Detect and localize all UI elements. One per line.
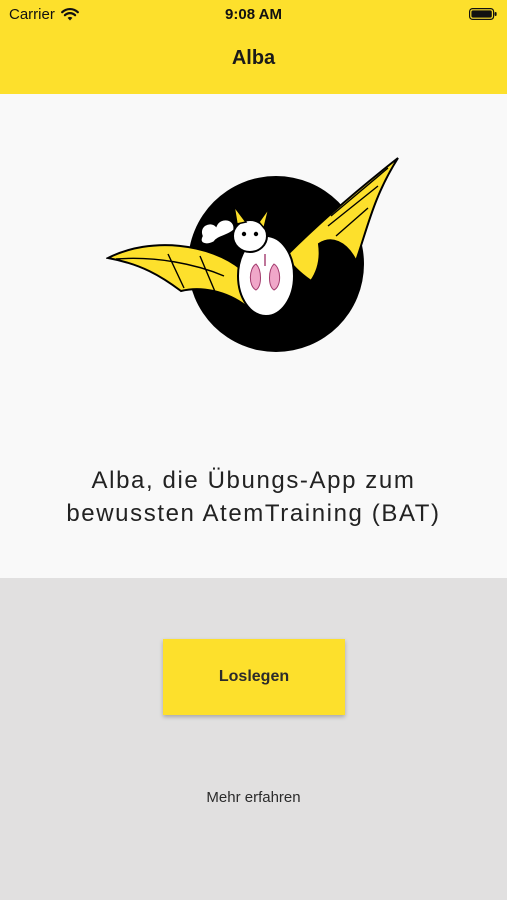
bat-logo-icon bbox=[106, 157, 399, 352]
status-bar: Carrier 9:08 AM bbox=[0, 0, 507, 30]
start-button[interactable]: Loslegen bbox=[163, 639, 345, 715]
status-time: 9:08 AM bbox=[225, 6, 282, 23]
tagline-line-2: bewussten AtemTraining (BAT) bbox=[66, 500, 441, 527]
learn-more-link[interactable]: Mehr erfahren bbox=[0, 789, 507, 806]
app-header: Carrier 9:08 AM Alba bbox=[0, 0, 507, 94]
action-panel: Loslegen Mehr erfahren bbox=[0, 578, 507, 900]
battery-icon bbox=[469, 8, 497, 20]
page-title: Alba bbox=[231, 47, 276, 69]
hero-section: Alba, die Übungs-App zum bewussten AtemT… bbox=[0, 94, 507, 578]
tagline-line-1: Alba, die Übungs-App zum bbox=[91, 467, 416, 494]
tagline: Alba, die Übungs-App zum bewussten AtemT… bbox=[0, 464, 507, 530]
